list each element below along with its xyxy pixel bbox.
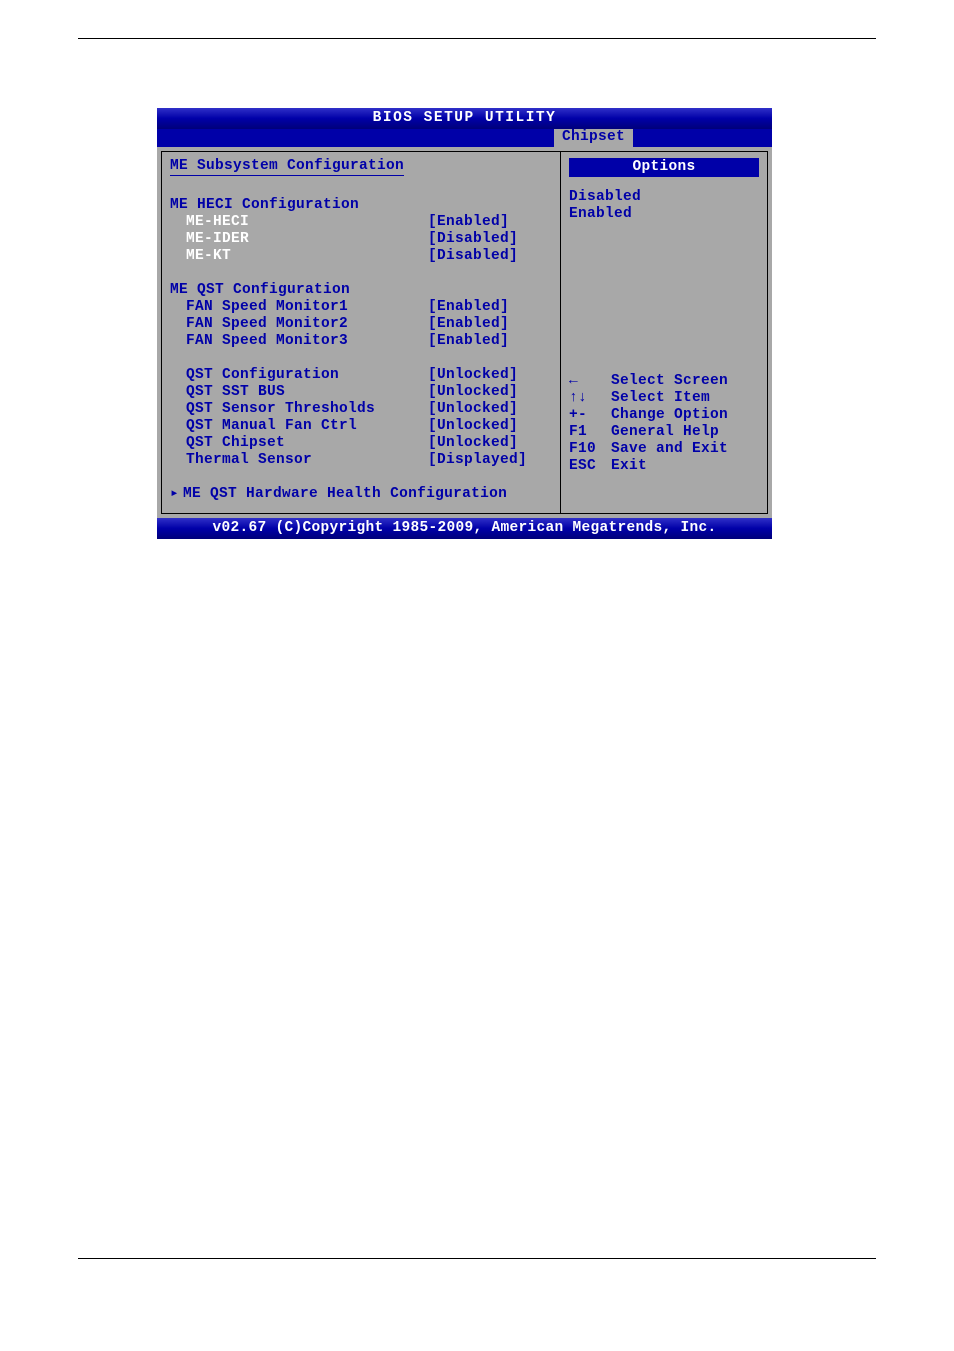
option-me-heci[interactable]: ME-HECI [Enabled]: [170, 214, 552, 231]
tab-bar: Chipset: [157, 129, 772, 147]
help-change-option: +- Change Option: [569, 407, 759, 424]
label: QST Configuration: [186, 367, 428, 384]
left-pane: ME Subsystem Configuration ME HECI Confi…: [161, 151, 561, 514]
option-value-enabled[interactable]: Enabled: [569, 206, 759, 223]
right-pane: Options Disabled Enabled ← Select Screen…: [561, 151, 768, 514]
label: QST Manual Fan Ctrl: [186, 418, 428, 435]
label: QST Sensor Thresholds: [186, 401, 428, 418]
help-save-exit: F10 Save and Exit: [569, 441, 759, 458]
help-select-item: ↑↓ Select Item: [569, 390, 759, 407]
main-area: ME Subsystem Configuration ME HECI Confi…: [157, 147, 772, 518]
option-fan-speed-2[interactable]: FAN Speed Monitor2 [Enabled]: [170, 316, 552, 333]
help-select-screen: ← Select Screen: [569, 373, 759, 390]
option-qst-sst-bus[interactable]: QST SST BUS [Unlocked]: [170, 384, 552, 401]
value: [Unlocked]: [428, 384, 552, 401]
spacer: [170, 350, 552, 367]
key: ←: [569, 373, 611, 390]
text: Exit: [611, 458, 647, 475]
spacer: [170, 265, 552, 282]
option-fan-speed-3[interactable]: FAN Speed Monitor3 [Enabled]: [170, 333, 552, 350]
help-exit: ESC Exit: [569, 458, 759, 475]
key: ↑↓: [569, 390, 611, 407]
value: [Unlocked]: [428, 418, 552, 435]
label: FAN Speed Monitor2: [186, 316, 428, 333]
option-qst-config[interactable]: QST Configuration [Unlocked]: [170, 367, 552, 384]
window-title: BIOS SETUP UTILITY: [157, 108, 772, 129]
label: QST Chipset: [186, 435, 428, 452]
spacer: [170, 469, 552, 486]
label: ME-IDER: [186, 231, 428, 248]
page-divider-bottom: [78, 1258, 876, 1259]
qst-header: ME QST Configuration: [170, 282, 552, 299]
triangle-right-icon: ▸: [170, 486, 179, 503]
key: +-: [569, 407, 611, 424]
option-fan-speed-1[interactable]: FAN Speed Monitor1 [Enabled]: [170, 299, 552, 316]
value: [Unlocked]: [428, 367, 552, 384]
value: [Disabled]: [428, 231, 552, 248]
value: [Unlocked]: [428, 401, 552, 418]
tab-chipset[interactable]: Chipset: [554, 129, 633, 147]
spacer: [170, 180, 552, 197]
label: ME HECI Configuration: [170, 197, 412, 214]
label: ME QST Configuration: [170, 282, 412, 299]
spacer: [569, 223, 759, 373]
key: ESC: [569, 458, 611, 475]
help-general-help: F1 General Help: [569, 424, 759, 441]
label: ME QST Hardware Health Configuration: [183, 486, 507, 503]
value: [Disabled]: [428, 248, 552, 265]
section-title: ME Subsystem Configuration: [170, 158, 404, 176]
value: [Enabled]: [428, 316, 552, 333]
value: [Enabled]: [428, 299, 552, 316]
option-qst-manual-fan[interactable]: QST Manual Fan Ctrl [Unlocked]: [170, 418, 552, 435]
key: F1: [569, 424, 611, 441]
label: ME-KT: [186, 248, 428, 265]
text: Save and Exit: [611, 441, 728, 458]
option-thermal-sensor[interactable]: Thermal Sensor [Displayed]: [170, 452, 552, 469]
label: FAN Speed Monitor3: [186, 333, 428, 350]
options-header: Options: [569, 158, 759, 177]
value: [Enabled]: [428, 214, 552, 231]
heci-header: ME HECI Configuration: [170, 197, 552, 214]
option-me-kt[interactable]: ME-KT [Disabled]: [170, 248, 552, 265]
bios-window: BIOS SETUP UTILITY Chipset ME Subsystem …: [157, 108, 772, 539]
text: Select Item: [611, 390, 710, 407]
text: Select Screen: [611, 373, 728, 390]
submenu-qst-hw-health[interactable]: ▸ ME QST Hardware Health Configuration: [170, 486, 552, 503]
label: FAN Speed Monitor1: [186, 299, 428, 316]
label: Thermal Sensor: [186, 452, 428, 469]
text: General Help: [611, 424, 719, 441]
tab-spacer: [157, 129, 554, 147]
option-qst-chipset[interactable]: QST Chipset [Unlocked]: [170, 435, 552, 452]
key: F10: [569, 441, 611, 458]
label: ME-HECI: [186, 214, 428, 231]
text: Change Option: [611, 407, 728, 424]
footer-copyright: v02.67 (C)Copyright 1985-2009, American …: [157, 518, 772, 539]
option-value-disabled[interactable]: Disabled: [569, 189, 759, 206]
label: QST SST BUS: [186, 384, 428, 401]
page-divider-top: [78, 38, 876, 39]
value: [Enabled]: [428, 333, 552, 350]
value: [Unlocked]: [428, 435, 552, 452]
option-me-ider[interactable]: ME-IDER [Disabled]: [170, 231, 552, 248]
option-qst-sensor-thresholds[interactable]: QST Sensor Thresholds [Unlocked]: [170, 401, 552, 418]
value: [Displayed]: [428, 452, 552, 469]
